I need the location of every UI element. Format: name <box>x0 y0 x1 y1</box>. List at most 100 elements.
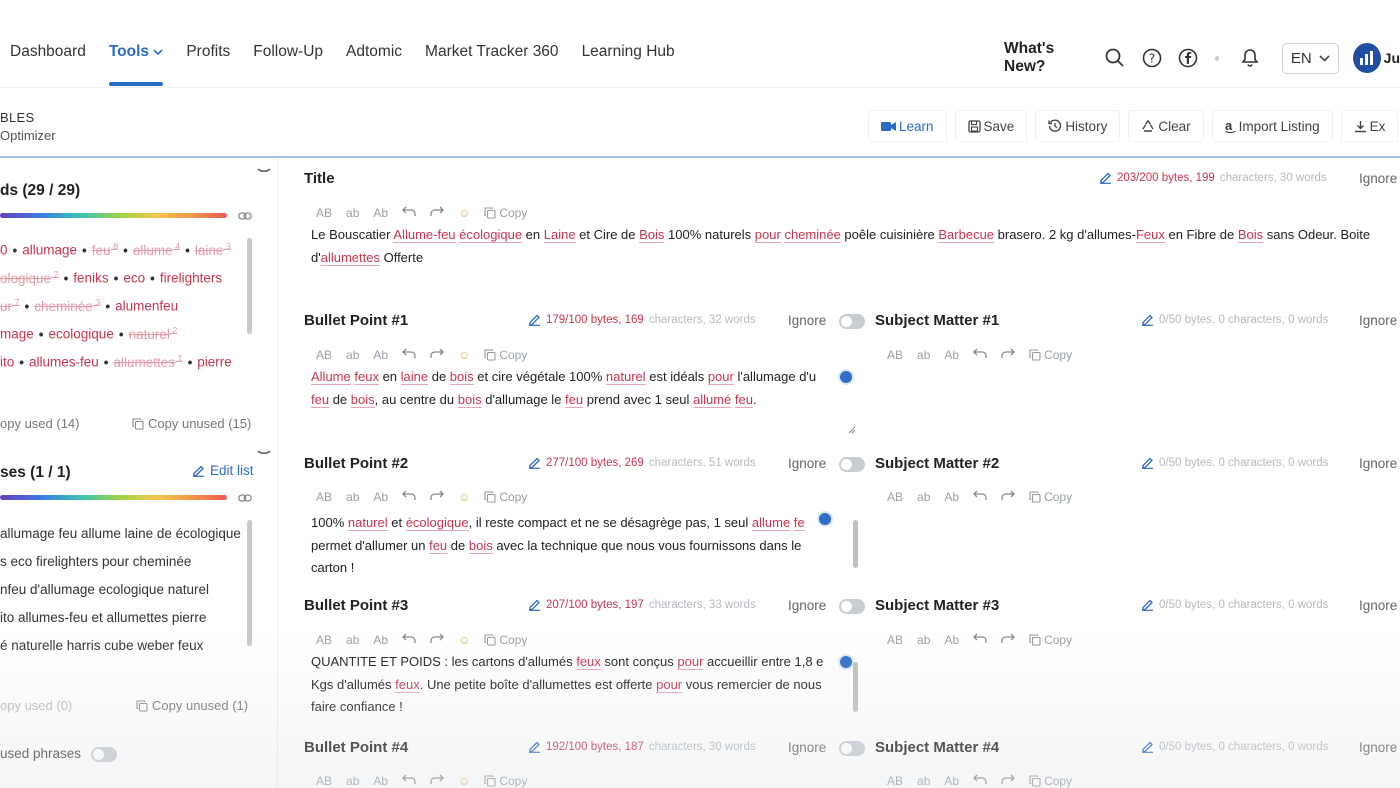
lowercase-button[interactable]: ab <box>917 490 930 504</box>
lowercase-button[interactable]: ab <box>346 633 359 647</box>
nav-tools[interactable]: Tools <box>109 43 164 61</box>
clear-button[interactable]: Clear <box>1128 110 1204 142</box>
uppercase-button[interactable]: AB <box>887 348 903 362</box>
titlecase-button[interactable]: Ab <box>944 348 959 362</box>
undo-icon[interactable] <box>973 774 987 788</box>
bullet-4-ignore-toggle[interactable] <box>839 741 865 756</box>
link-icon[interactable] <box>238 211 252 221</box>
uppercase-button[interactable]: AB <box>316 774 332 788</box>
language-select[interactable]: EN <box>1281 42 1339 74</box>
redo-icon[interactable] <box>1001 490 1015 504</box>
keyword-chip[interactable]: mage <box>0 327 34 342</box>
bullet-2-scrollbar[interactable] <box>853 520 858 568</box>
redo-icon[interactable] <box>430 490 444 504</box>
titlecase-button[interactable]: Ab <box>944 490 959 504</box>
pencil-icon[interactable] <box>1141 740 1154 753</box>
copy-button[interactable]: Copy <box>484 490 541 504</box>
copy-button[interactable]: Copy <box>484 206 541 220</box>
redo-icon[interactable] <box>1001 633 1015 647</box>
subject-matter-4-ignore-label[interactable]: Ignore <box>1359 740 1397 755</box>
lowercase-button[interactable]: ab <box>346 490 359 504</box>
save-button[interactable]: Save <box>954 110 1028 142</box>
keyword-chip[interactable]: ologique 2 <box>0 269 59 286</box>
lowercase-button[interactable]: ab <box>917 774 930 788</box>
copy-used-keywords[interactable]: opy used (14) <box>0 416 80 431</box>
bullet-3-text-field[interactable]: QUANTITE ET POIDS : les cartons d'allumé… <box>311 651 837 719</box>
undo-icon[interactable] <box>402 348 416 362</box>
titlecase-button[interactable]: Ab <box>944 633 959 647</box>
copy-button[interactable]: Copy <box>1029 774 1086 788</box>
uppercase-button[interactable]: AB <box>316 633 332 647</box>
redo-icon[interactable] <box>1001 774 1015 788</box>
titlecase-button[interactable]: Ab <box>373 206 388 220</box>
title-text-field[interactable]: Le Bouscatier Allume-feu écologique en L… <box>311 224 1400 269</box>
subject-matter-2-ignore-label[interactable]: Ignore <box>1359 456 1397 471</box>
lowercase-button[interactable]: ab <box>346 206 359 220</box>
lowercase-button[interactable]: ab <box>917 633 930 647</box>
keyword-chip[interactable]: cheminée 3 <box>34 297 100 314</box>
copy-unused-keywords[interactable]: Copy unused (15) <box>132 416 251 431</box>
subject-matter-1-ignore-label[interactable]: Ignore <box>1359 313 1397 328</box>
pencil-icon[interactable] <box>1141 313 1154 326</box>
keyword-chip[interactable]: allumettes 1 <box>114 353 183 370</box>
user-name[interactable]: Ju <box>1384 50 1400 66</box>
keyword-chip[interactable]: naturel 2 <box>129 325 178 342</box>
redo-icon[interactable] <box>430 206 444 220</box>
keyword-chip[interactable]: eco <box>123 271 145 286</box>
pencil-icon[interactable] <box>1141 598 1154 611</box>
undo-icon[interactable] <box>973 633 987 647</box>
import-listing-button[interactable]: a Import Listing <box>1211 110 1333 142</box>
keyword-chip[interactable]: allume 4 <box>133 241 180 258</box>
emoji-icon[interactable]: ☺ <box>458 206 470 220</box>
bullet-2-ignore-toggle[interactable] <box>839 457 865 472</box>
collapse-keywords-icon[interactable] <box>257 168 271 174</box>
emoji-icon[interactable]: ☺ <box>458 633 470 647</box>
keyword-chip[interactable]: ecologique <box>49 327 114 342</box>
bullet-2-text-field[interactable]: 100% naturel et écologique, il reste com… <box>311 512 837 580</box>
emoji-icon[interactable]: ☺ <box>458 490 470 504</box>
keyword-chip[interactable]: 0 <box>0 243 8 258</box>
redo-icon[interactable] <box>430 633 444 647</box>
pencil-icon[interactable] <box>1099 171 1112 184</box>
help-icon[interactable]: ? <box>1142 47 1162 69</box>
subject-matter-3-ignore-label[interactable]: Ignore <box>1359 598 1397 613</box>
learn-button[interactable]: Learn <box>868 110 947 142</box>
undo-icon[interactable] <box>973 348 987 362</box>
titlecase-button[interactable]: Ab <box>373 348 388 362</box>
grammar-assist-icon[interactable] <box>838 654 854 670</box>
resize-handle-icon[interactable] <box>848 426 856 434</box>
undo-icon[interactable] <box>402 490 416 504</box>
title-ignore-label[interactable]: Ignore <box>1359 171 1397 186</box>
titlecase-button[interactable]: Ab <box>944 774 959 788</box>
copy-button[interactable]: Copy <box>1029 490 1086 504</box>
link-icon[interactable] <box>238 493 252 503</box>
lowercase-button[interactable]: ab <box>346 774 359 788</box>
titlecase-button[interactable]: Ab <box>373 774 388 788</box>
history-button[interactable]: History <box>1035 110 1121 142</box>
nav-market-tracker[interactable]: Market Tracker 360 <box>425 43 559 61</box>
nav-dashboard[interactable]: Dashboard <box>10 43 86 61</box>
uppercase-button[interactable]: AB <box>316 206 332 220</box>
copy-button[interactable]: Copy <box>484 633 541 647</box>
uppercase-button[interactable]: AB <box>887 490 903 504</box>
bullet-1-text-field[interactable]: Allume feux en laine de bois et cire vég… <box>311 366 837 411</box>
keyword-chip[interactable]: pierre <box>197 355 232 370</box>
unused-phrases-toggle[interactable] <box>91 747 117 762</box>
nav-follow-up[interactable]: Follow-Up <box>253 43 323 61</box>
grammar-assist-icon[interactable] <box>817 511 833 527</box>
nav-adtomic[interactable]: Adtomic <box>346 43 402 61</box>
copy-unused-phrases[interactable]: Copy unused (1) <box>136 698 248 713</box>
collapse-phrases-icon[interactable] <box>257 450 271 456</box>
undo-icon[interactable] <box>402 633 416 647</box>
keyword-chip[interactable]: ito <box>0 355 14 370</box>
pencil-icon[interactable] <box>528 313 541 326</box>
keyword-chip[interactable]: firelighters <box>160 271 222 286</box>
pencil-icon[interactable] <box>528 598 541 611</box>
keyword-chip[interactable]: feu 8 <box>92 241 118 258</box>
search-icon[interactable] <box>1105 47 1125 69</box>
grammar-assist-icon[interactable] <box>838 369 854 385</box>
avatar[interactable] <box>1352 43 1381 73</box>
lowercase-button[interactable]: ab <box>917 348 930 362</box>
keywords-scrollbar[interactable] <box>247 238 252 334</box>
uppercase-button[interactable]: AB <box>887 633 903 647</box>
